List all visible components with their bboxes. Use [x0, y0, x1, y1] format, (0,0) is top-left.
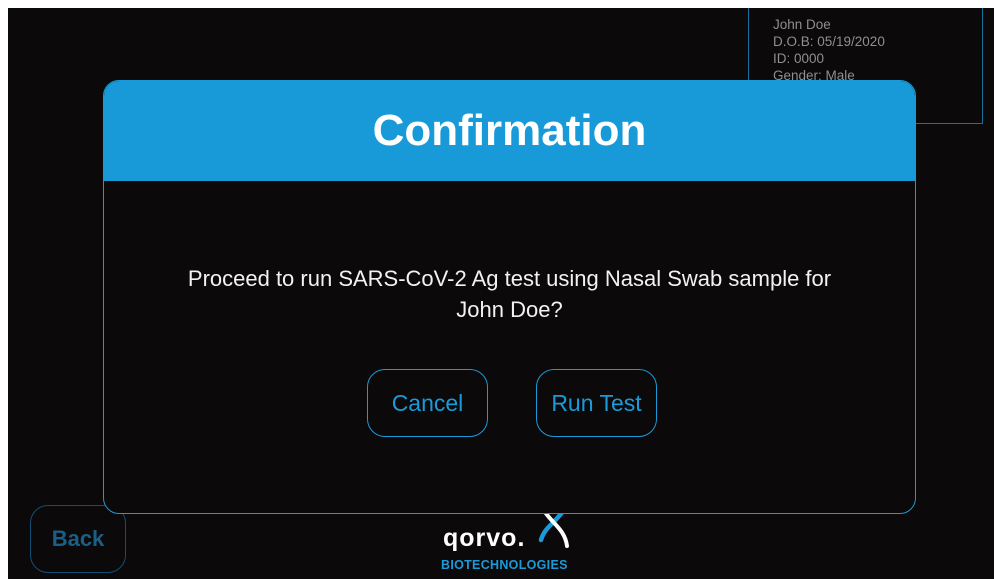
dialog-title: Confirmation: [372, 106, 647, 155]
patient-id: ID: 0000: [773, 51, 825, 66]
back-button[interactable]: Back: [30, 505, 126, 573]
logo-subtitle: BIOTECHNOLOGIES: [441, 558, 568, 572]
app-screen: John Doe D.O.B: 05/19/2020 ID: 0000 Gend…: [8, 8, 994, 579]
dialog-header: Confirmation: [104, 81, 915, 181]
patient-dob: D.O.B: 05/19/2020: [773, 34, 885, 49]
cancel-button[interactable]: Cancel: [367, 369, 488, 437]
dialog-message-line-1: Proceed to run SARS-CoV-2 Ag test using …: [187, 266, 832, 291]
dialog-message-line-2: John Doe?: [456, 297, 563, 322]
logo-wordmark: qorvo.: [443, 524, 526, 552]
qorvo-logo: qorvo. BIOTECHNOLOGIES: [439, 506, 579, 576]
dialog-message: Proceed to run SARS-CoV-2 Ag test using …: [124, 263, 895, 325]
run-test-button[interactable]: Run Test: [536, 369, 657, 437]
confirmation-dialog: Confirmation Proceed to run SARS-CoV-2 A…: [103, 80, 916, 514]
patient-name: John Doe: [773, 17, 831, 32]
dialog-button-row: Cancel Run Test: [104, 369, 915, 437]
